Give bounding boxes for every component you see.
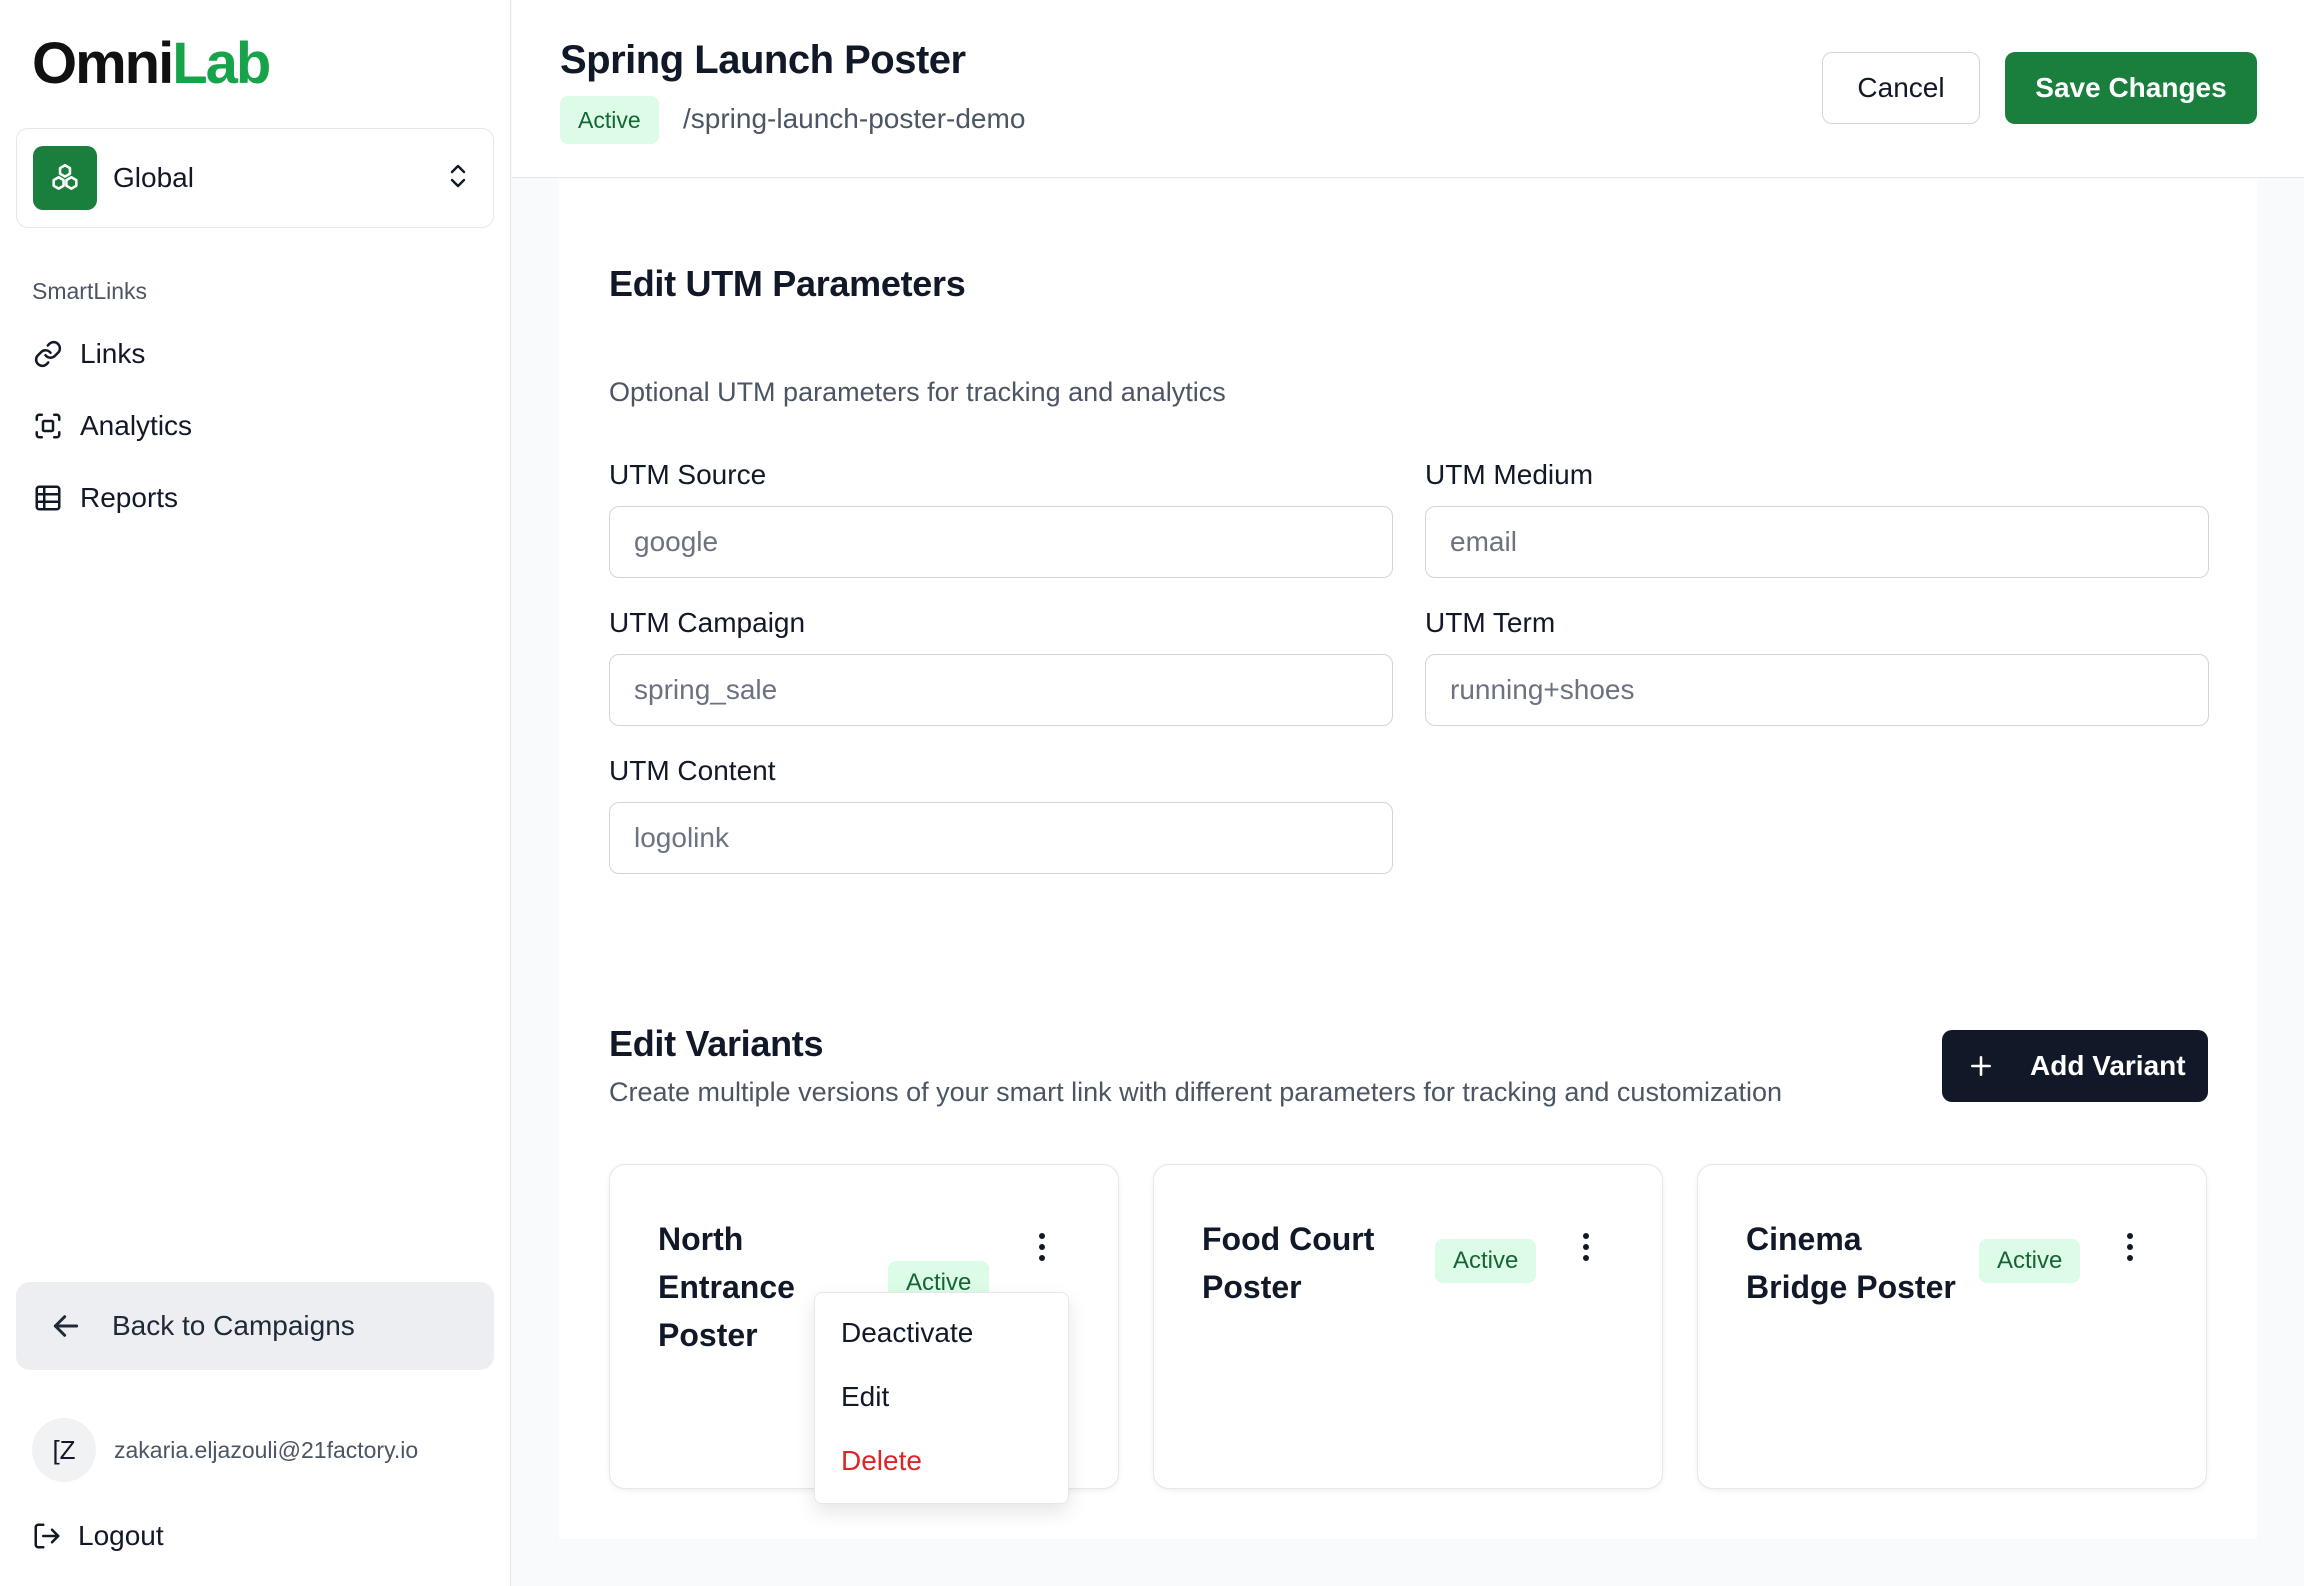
variant-name: North Entrance Poster [658,1215,795,1359]
sidebar-item-label: Reports [80,482,179,513]
sidebar-item-links[interactable]: Links [32,338,145,370]
utm-source-label: UTM Source [609,459,767,490]
utm-term-label: UTM Term [1425,607,1556,638]
utm-term-input[interactable] [1425,654,2209,726]
menu-item-edit[interactable]: Edit [841,1381,889,1413]
sidebar-item-reports[interactable]: Reports [32,482,178,514]
plus-icon [1968,1053,1994,1079]
avatar: [Z [32,1418,96,1482]
page-title: Spring Launch Poster [560,38,966,82]
variant-name: Cinema Bridge Poster [1746,1215,1956,1311]
variants-section-description: Create multiple versions of your smart l… [609,1077,1782,1107]
arrow-left-icon [50,1310,82,1342]
link-slug: /spring-launch-poster-demo [683,103,1026,134]
logo-text-lab: Lab [172,31,271,96]
utm-section-description: Optional UTM parameters for tracking and… [609,377,1226,407]
utm-section-title: Edit UTM Parameters [609,263,966,304]
menu-item-delete[interactable]: Delete [841,1445,922,1477]
organization-selector[interactable]: Global [16,128,494,228]
more-vertical-icon[interactable] [2118,1227,2142,1267]
variant-name-line: North [658,1221,744,1257]
variant-name: Food Court Poster [1202,1215,1374,1311]
utm-content-input[interactable] [609,802,1393,874]
variant-actions-menu: Deactivate Edit Delete [814,1292,1069,1504]
back-button-label: Back to Campaigns [112,1310,355,1341]
user-email: zakaria.eljazouli@21factory.io [114,1436,419,1463]
more-vertical-icon[interactable] [1030,1227,1054,1267]
logo-text-omni: Omni [32,31,174,96]
page-header: Spring Launch Poster Active /spring-laun… [512,0,2304,178]
logout-icon [32,1521,62,1551]
logout-label: Logout [78,1520,164,1551]
sidebar: OmniLab Global SmartLinks Links Analytic… [0,0,511,1586]
sidebar-item-label: Links [80,338,146,369]
sidebar-item-analytics[interactable]: Analytics [32,410,192,442]
utm-campaign-input[interactable] [609,654,1393,726]
table-icon [32,482,64,514]
user-profile[interactable]: [Z zakaria.eljazouli@21factory.io [32,1418,418,1482]
more-vertical-icon[interactable] [1574,1227,1598,1267]
variant-name-line: Cinema [1746,1221,1862,1257]
utm-source-input[interactable] [609,506,1393,578]
variant-card[interactable]: Cinema Bridge Poster Active [1697,1164,2207,1489]
add-variant-label: Add Variant [2030,1050,2186,1081]
variant-card[interactable]: Food Court Poster Active [1153,1164,1663,1489]
back-to-campaigns-button[interactable]: Back to Campaigns [16,1282,494,1370]
cluster-icon [33,146,97,210]
omnilab-logo[interactable]: OmniLab [32,31,271,96]
utm-medium-input[interactable] [1425,506,2209,578]
utm-campaign-label: UTM Campaign [609,607,806,638]
variant-name-line: Poster [658,1317,758,1353]
save-changes-button[interactable]: Save Changes [2005,52,2257,124]
variant-status-badge: Active [1979,1239,2081,1283]
variant-name-line: Bridge Poster [1746,1269,1956,1305]
variants-section-title: Edit Variants [609,1023,824,1064]
sidebar-item-label: Analytics [80,410,193,441]
utm-medium-label: UTM Medium [1425,459,1594,490]
cancel-button[interactable]: Cancel [1822,52,1980,124]
variant-name-line: Poster [1202,1269,1302,1305]
menu-item-deactivate[interactable]: Deactivate [841,1317,973,1349]
nav-section-label: SmartLinks [32,278,148,304]
chevron-up-down-icon [447,161,469,196]
variant-status-badge: Active [1435,1239,1537,1283]
scan-icon [32,410,64,442]
organization-name: Global [113,162,194,193]
add-variant-button[interactable]: Add Variant [1942,1030,2208,1102]
variant-name-line: Food Court [1202,1221,1375,1257]
link-icon [32,338,64,370]
variant-name-line: Entrance [658,1269,795,1305]
utm-content-label: UTM Content [609,755,776,786]
logout-button[interactable]: Logout [32,1520,164,1552]
status-badge: Active [560,96,659,144]
